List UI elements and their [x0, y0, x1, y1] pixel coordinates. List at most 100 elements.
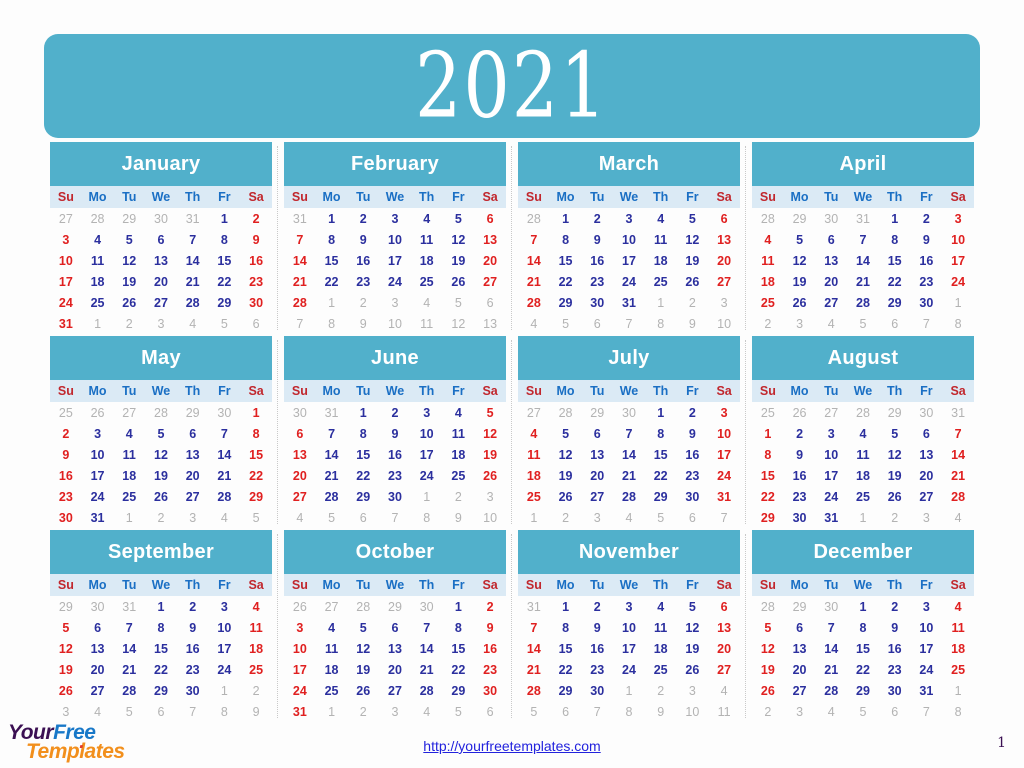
date-cell[interactable]: 1 — [550, 596, 582, 617]
date-cell[interactable]: 10 — [613, 617, 645, 638]
date-cell[interactable]: 19 — [443, 250, 475, 271]
date-cell[interactable]: 2 — [581, 596, 613, 617]
date-cell[interactable]: 21 — [815, 659, 847, 680]
date-cell[interactable]: 20 — [379, 659, 411, 680]
date-cell-adjacent[interactable]: 4 — [518, 313, 550, 334]
date-cell[interactable]: 12 — [443, 229, 475, 250]
date-cell-adjacent[interactable]: 7 — [581, 701, 613, 722]
date-cell-adjacent[interactable]: 3 — [177, 507, 209, 528]
date-cell[interactable]: 24 — [613, 659, 645, 680]
date-cell[interactable]: 4 — [847, 423, 879, 444]
date-cell[interactable]: 22 — [316, 271, 348, 292]
date-cell[interactable]: 6 — [708, 596, 740, 617]
date-cell-adjacent[interactable]: 5 — [209, 313, 241, 334]
date-cell-adjacent[interactable]: 29 — [113, 208, 145, 229]
date-cell[interactable]: 11 — [316, 638, 348, 659]
date-cell[interactable]: 7 — [518, 617, 550, 638]
date-cell[interactable]: 24 — [708, 465, 740, 486]
date-cell[interactable]: 8 — [550, 617, 582, 638]
date-cell-adjacent[interactable]: 7 — [177, 701, 209, 722]
date-cell[interactable]: 11 — [82, 250, 114, 271]
date-cell[interactable]: 20 — [708, 638, 740, 659]
date-cell[interactable]: 20 — [284, 465, 316, 486]
date-cell[interactable]: 13 — [284, 444, 316, 465]
date-cell[interactable]: 25 — [518, 486, 550, 507]
date-cell-adjacent[interactable]: 31 — [316, 402, 348, 423]
date-cell[interactable]: 5 — [677, 208, 709, 229]
date-cell[interactable]: 12 — [347, 638, 379, 659]
date-cell[interactable]: 20 — [177, 465, 209, 486]
date-cell-adjacent[interactable]: 4 — [815, 701, 847, 722]
date-cell[interactable]: 14 — [113, 638, 145, 659]
date-cell[interactable]: 14 — [613, 444, 645, 465]
date-cell[interactable]: 19 — [550, 465, 582, 486]
date-cell[interactable]: 13 — [581, 444, 613, 465]
date-cell-adjacent[interactable]: 3 — [379, 701, 411, 722]
date-cell[interactable]: 26 — [474, 465, 506, 486]
date-cell-adjacent[interactable]: 8 — [613, 701, 645, 722]
date-cell-adjacent[interactable]: 9 — [347, 313, 379, 334]
date-cell[interactable]: 26 — [550, 486, 582, 507]
date-cell-adjacent[interactable]: 30 — [82, 596, 114, 617]
date-cell[interactable]: 4 — [316, 617, 348, 638]
date-cell-adjacent[interactable]: 6 — [879, 313, 911, 334]
date-cell[interactable]: 20 — [82, 659, 114, 680]
date-cell[interactable]: 6 — [474, 208, 506, 229]
date-cell[interactable]: 6 — [379, 617, 411, 638]
date-cell[interactable]: 19 — [677, 638, 709, 659]
date-cell[interactable]: 16 — [379, 444, 411, 465]
date-cell-adjacent[interactable]: 27 — [518, 402, 550, 423]
date-cell[interactable]: 18 — [443, 444, 475, 465]
date-cell[interactable]: 8 — [879, 229, 911, 250]
date-cell[interactable]: 25 — [411, 271, 443, 292]
date-cell[interactable]: 12 — [752, 638, 784, 659]
date-cell[interactable]: 29 — [347, 486, 379, 507]
date-cell[interactable]: 4 — [82, 229, 114, 250]
date-cell[interactable]: 11 — [645, 617, 677, 638]
date-cell[interactable]: 20 — [708, 250, 740, 271]
date-cell[interactable]: 25 — [645, 659, 677, 680]
date-cell-adjacent[interactable]: 30 — [209, 402, 241, 423]
date-cell-adjacent[interactable]: 6 — [677, 507, 709, 528]
date-cell-adjacent[interactable]: 31 — [284, 208, 316, 229]
date-cell-adjacent[interactable]: 4 — [613, 507, 645, 528]
date-cell[interactable]: 24 — [82, 486, 114, 507]
date-cell[interactable]: 26 — [347, 680, 379, 701]
date-cell[interactable]: 15 — [645, 444, 677, 465]
date-cell[interactable]: 17 — [708, 444, 740, 465]
date-cell[interactable]: 22 — [645, 465, 677, 486]
date-cell[interactable]: 29 — [645, 486, 677, 507]
date-cell-adjacent[interactable]: 3 — [581, 507, 613, 528]
date-cell[interactable]: 29 — [240, 486, 272, 507]
date-cell[interactable]: 2 — [240, 208, 272, 229]
date-cell[interactable]: 9 — [879, 617, 911, 638]
date-cell[interactable]: 27 — [284, 486, 316, 507]
date-cell[interactable]: 1 — [550, 208, 582, 229]
date-cell[interactable]: 27 — [708, 659, 740, 680]
date-cell[interactable]: 8 — [316, 229, 348, 250]
date-cell[interactable]: 28 — [113, 680, 145, 701]
date-cell[interactable]: 14 — [209, 444, 241, 465]
date-cell[interactable]: 30 — [784, 507, 816, 528]
date-cell[interactable]: 21 — [411, 659, 443, 680]
date-cell[interactable]: 11 — [942, 617, 974, 638]
date-cell[interactable]: 31 — [284, 701, 316, 722]
date-cell-adjacent[interactable]: 5 — [240, 507, 272, 528]
date-cell[interactable]: 29 — [443, 680, 475, 701]
date-cell[interactable]: 13 — [474, 229, 506, 250]
date-cell[interactable]: 25 — [316, 680, 348, 701]
date-cell[interactable]: 26 — [443, 271, 475, 292]
date-cell[interactable]: 30 — [879, 680, 911, 701]
date-cell-adjacent[interactable]: 6 — [240, 313, 272, 334]
date-cell-adjacent[interactable]: 2 — [443, 486, 475, 507]
date-cell[interactable]: 5 — [347, 617, 379, 638]
date-cell[interactable]: 8 — [645, 423, 677, 444]
date-cell-adjacent[interactable]: 9 — [443, 507, 475, 528]
date-cell[interactable]: 1 — [316, 208, 348, 229]
date-cell-adjacent[interactable]: 6 — [474, 292, 506, 313]
date-cell[interactable]: 8 — [443, 617, 475, 638]
date-cell[interactable]: 16 — [911, 250, 943, 271]
date-cell[interactable]: 9 — [911, 229, 943, 250]
date-cell[interactable]: 5 — [550, 423, 582, 444]
date-cell-adjacent[interactable]: 28 — [82, 208, 114, 229]
